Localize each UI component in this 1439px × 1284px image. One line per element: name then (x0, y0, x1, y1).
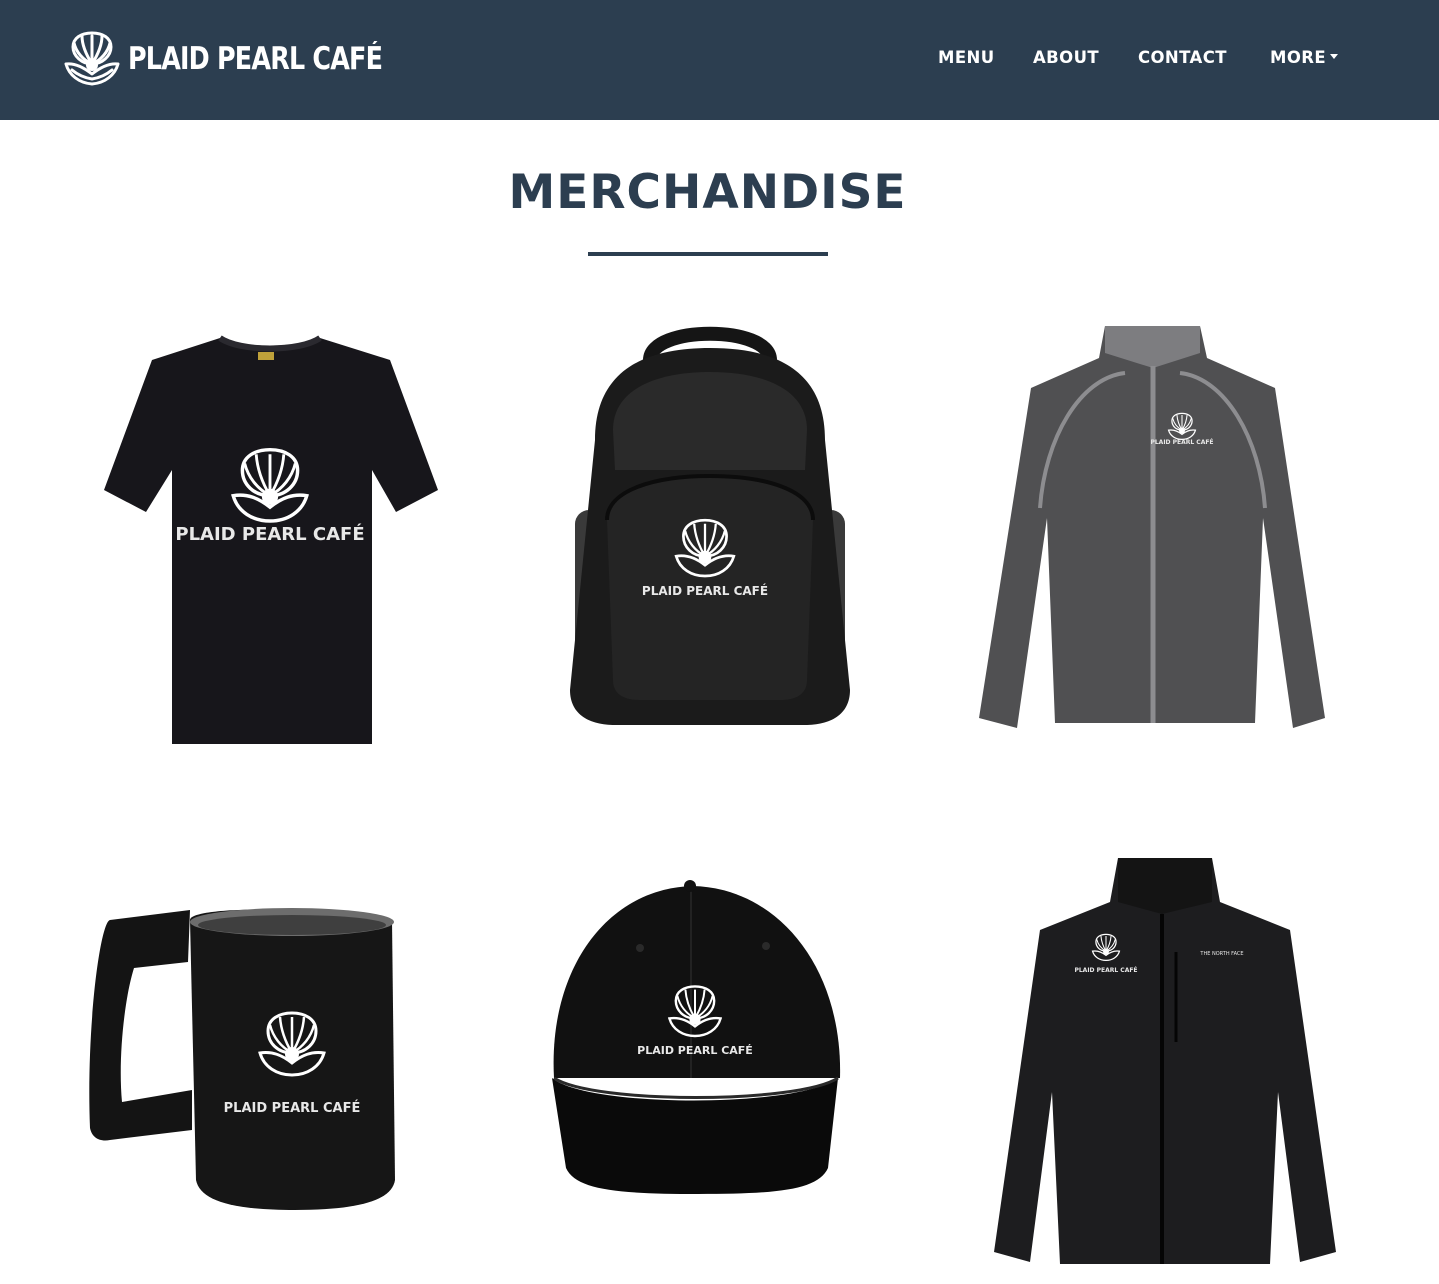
brand-name: PLAID PEARL CAFÉ (128, 41, 383, 77)
product-backpack-image[interactable]: PLAID PEARL CAFÉ (555, 320, 865, 730)
shell-pearl-icon (64, 31, 120, 86)
caret-down-icon (1330, 54, 1339, 59)
product-mug-image[interactable]: PLAID PEARL CAFÉ (80, 880, 415, 1220)
title-divider (588, 252, 828, 256)
product-jacket-image[interactable]: PLAID PEARL CAFÉ (975, 318, 1330, 733)
mug-print-text: PLAID PEARL CAFÉ (224, 1100, 361, 1116)
tshirt-print-text: PLAID PEARL CAFÉ (175, 523, 364, 545)
cap-print-text: PLAID PEARL CAFÉ (637, 1044, 753, 1057)
page-title: MERCHANDISE (508, 165, 907, 220)
fleece-jacket-print-text: PLAID PEARL CAFÉ (1074, 966, 1137, 974)
product-tshirt-image[interactable]: PLAID PEARL CAFÉ (100, 330, 440, 750)
nav-more-dropdown[interactable]: MORE (1270, 46, 1339, 70)
product-fleece-jacket-image[interactable]: PLAID PEARL CAFÉ THE NORTH FACE (990, 852, 1340, 1272)
nav-about-link[interactable]: ABOUT (1033, 46, 1099, 70)
navbar: PLAID PEARL CAFÉ MENU ABOUT CONTACT MORE (0, 0, 1439, 120)
backpack-print-text: PLAID PEARL CAFÉ (642, 583, 768, 598)
brand-home-link[interactable]: PLAID PEARL CAFÉ (62, 30, 438, 88)
nav-more-label: MORE (1270, 48, 1327, 67)
nav-menu-link[interactable]: MENU (938, 46, 995, 70)
product-cap-image[interactable]: PLAID PEARL CAFÉ (548, 878, 843, 1198)
north-face-logo-text: THE NORTH FACE (1199, 951, 1243, 957)
nav-contact-link[interactable]: CONTACT (1138, 46, 1227, 70)
jacket-print-text: PLAID PEARL CAFÉ (1150, 438, 1213, 446)
